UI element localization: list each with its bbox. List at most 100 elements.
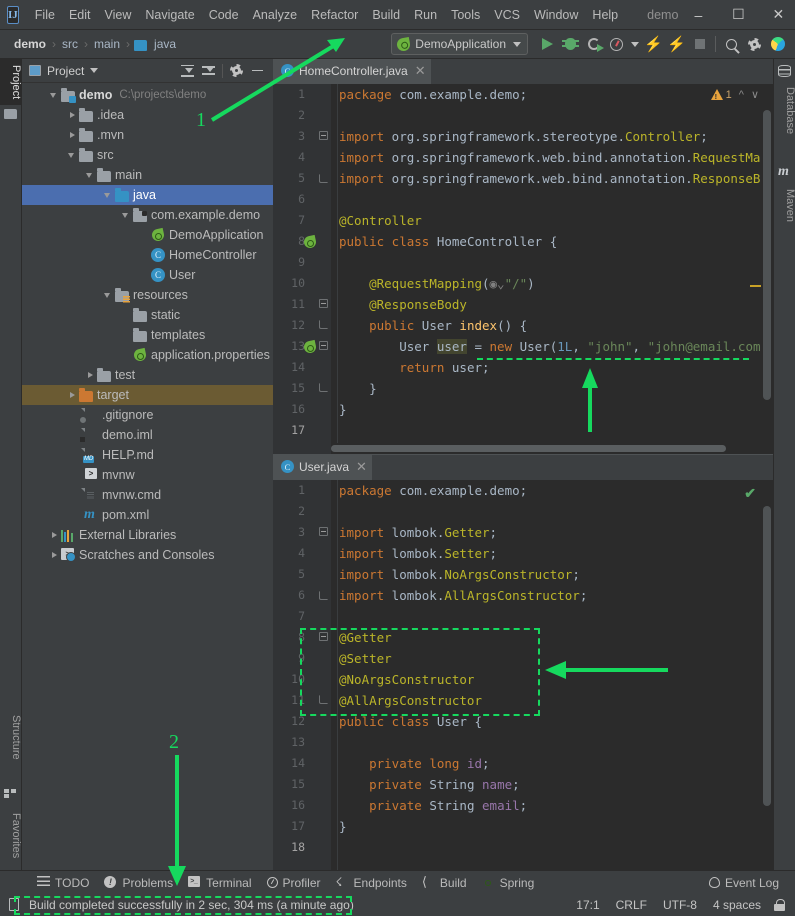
debug-button[interactable] xyxy=(559,33,582,56)
tree-item-demoapplication[interactable]: DemoApplication xyxy=(22,225,273,245)
sidebar-item-favorites[interactable]: Favorites xyxy=(0,807,22,864)
tree-item-user[interactable]: C User xyxy=(22,265,273,285)
chevron-right-icon[interactable] xyxy=(48,549,60,561)
menu-analyze[interactable]: Analyze xyxy=(246,5,304,25)
menu-edit[interactable]: Edit xyxy=(62,5,98,25)
tree-item-target[interactable]: target xyxy=(22,385,273,405)
chevron-down-icon[interactable] xyxy=(90,68,99,73)
breadcrumb-main[interactable]: main xyxy=(92,36,122,52)
editor-scrollbar-horizontal-top[interactable] xyxy=(331,443,761,454)
indent-setting[interactable]: 4 spaces xyxy=(705,896,769,914)
project-tree[interactable]: demo C:\projects\demo .idea .mvn src mai… xyxy=(22,83,273,870)
chevron-down-icon[interactable] xyxy=(102,289,114,301)
tree-item-scratches-and-consoles[interactable]: > Scratches and Consoles xyxy=(22,545,273,565)
toolwindow-event-log[interactable]: Event Log xyxy=(702,874,786,892)
chevron-down-icon[interactable] xyxy=(84,169,96,181)
line-separator[interactable]: CRLF xyxy=(608,896,655,914)
inspection-status-ok-icon[interactable]: ✔ xyxy=(744,485,756,502)
code-content-top[interactable]: package com.example.demo; import org.spr… xyxy=(331,84,773,454)
chevron-down-icon[interactable] xyxy=(102,189,114,201)
minimize-button[interactable]: – xyxy=(678,0,718,29)
breadcrumb-demo[interactable]: demo xyxy=(12,36,48,52)
tree-item-resources[interactable]: resources xyxy=(22,285,273,305)
tree-item-mvnw[interactable]: > mvnw xyxy=(22,465,273,485)
chevron-right-icon[interactable] xyxy=(66,109,78,121)
sidebar-item-structure[interactable]: Structure xyxy=(0,709,22,766)
run-configuration-selector[interactable]: DemoApplication xyxy=(391,33,528,55)
menu-navigate[interactable]: Navigate xyxy=(138,5,201,25)
chevron-right-icon[interactable] xyxy=(84,369,96,381)
background-tasks-icon[interactable] xyxy=(8,898,21,912)
menu-window[interactable]: Window xyxy=(527,5,585,25)
breadcrumb-java[interactable]: java xyxy=(152,36,178,52)
chevron-right-icon[interactable] xyxy=(66,389,78,401)
tree-item-package[interactable]: com.example.demo xyxy=(22,205,273,225)
gutter-bottom[interactable]: 1 2 3 4 5 6 7 8 9 10 11 12 13 14 15 16 1 xyxy=(273,480,331,870)
close-icon[interactable]: ✕ xyxy=(415,64,426,77)
toolwindow-profiler[interactable]: Profiler xyxy=(260,874,328,892)
scrollbar-thumb[interactable] xyxy=(763,110,771,400)
structure-icon[interactable] xyxy=(4,789,18,803)
tree-item-gitignore[interactable]: .gitignore xyxy=(22,405,273,425)
code-content-bottom[interactable]: package com.example.demo; import lombok.… xyxy=(331,480,773,870)
sidebar-item-maven[interactable]: Maven xyxy=(774,183,795,228)
gutter-top[interactable]: 1 2 3 4 5 6 7 8 9 10 11 12 13 14 15 16 1 xyxy=(273,84,331,454)
settings-button[interactable] xyxy=(743,33,766,56)
toolwindow-build[interactable]: ⟨ Build xyxy=(415,874,474,892)
menu-vcs[interactable]: VCS xyxy=(487,5,527,25)
tree-item-java[interactable]: java xyxy=(22,185,273,205)
prev-problem-icon[interactable]: ^ xyxy=(739,89,744,101)
fold-method-end-icon[interactable] xyxy=(319,383,330,394)
fold-method-icon[interactable] xyxy=(319,341,330,352)
tree-item-help-md[interactable]: MD HELP.md xyxy=(22,445,273,465)
tree-item-demo-iml[interactable]: demo.iml xyxy=(22,425,273,445)
fold-import-end-icon[interactable] xyxy=(319,591,330,602)
idea-assistant-button[interactable] xyxy=(766,33,789,56)
caret-position[interactable]: 17:1 xyxy=(568,896,607,914)
chevron-down-icon[interactable] xyxy=(120,209,132,221)
run-method-gutter-icon[interactable] xyxy=(303,340,316,353)
editor-scrollbar-vertical-top[interactable] xyxy=(761,84,773,454)
close-button[interactable]: ✕ xyxy=(758,0,795,29)
close-icon[interactable]: ✕ xyxy=(356,460,367,473)
breadcrumb-src[interactable]: src xyxy=(60,36,80,52)
toolwindow-problems[interactable]: ! Problems xyxy=(97,874,180,892)
scrollbar-thumb[interactable] xyxy=(331,445,726,452)
read-write-lock-icon[interactable] xyxy=(774,899,785,911)
toolwindow-endpoints[interactable]: ☇ Endpoints xyxy=(329,874,414,892)
tab-user-java[interactable]: C User.java ✕ xyxy=(273,455,372,480)
tab-homecontroller-java[interactable]: C HomeController.java ✕ xyxy=(273,59,431,84)
tree-item-main[interactable]: main xyxy=(22,165,273,185)
chevron-down-icon[interactable] xyxy=(48,89,60,101)
fold-annotation-icon[interactable] xyxy=(319,632,330,643)
code-viewport-bottom[interactable]: 1 2 3 4 5 6 7 8 9 10 11 12 13 14 15 16 1 xyxy=(273,480,773,870)
sidebar-item-database[interactable]: Database xyxy=(774,81,795,140)
fold-annotation-end-icon[interactable] xyxy=(319,695,330,706)
tree-item-homecontroller[interactable]: C HomeController xyxy=(22,245,273,265)
profile-dropdown[interactable] xyxy=(628,33,642,56)
menu-tools[interactable]: Tools xyxy=(444,5,487,25)
next-problem-icon[interactable]: ∨ xyxy=(751,88,759,101)
tree-item-pom-xml[interactable]: m pom.xml xyxy=(22,505,273,525)
chevron-right-icon[interactable] xyxy=(66,129,78,141)
menu-build[interactable]: Build xyxy=(365,5,407,25)
toolwindow-spring[interactable]: Spring xyxy=(475,874,542,892)
tree-item-mvn[interactable]: .mvn xyxy=(22,125,273,145)
chevron-right-icon[interactable] xyxy=(48,529,60,541)
tree-item-demo[interactable]: demo C:\projects\demo xyxy=(22,85,273,105)
inspection-widget-top[interactable]: 1 ^ ∨ xyxy=(710,88,759,101)
fold-import-block-icon[interactable] xyxy=(319,131,330,142)
menu-refactor[interactable]: Refactor xyxy=(304,5,365,25)
sidebar-item-project[interactable]: Project xyxy=(0,59,22,106)
fold-annotation-icon[interactable] xyxy=(319,299,330,310)
editor-scrollbar-vertical-bottom[interactable] xyxy=(761,480,773,870)
tree-item-idea[interactable]: .idea xyxy=(22,105,273,125)
maximize-button[interactable]: ☐ xyxy=(718,0,758,29)
toolwindow-todo[interactable]: TODO xyxy=(30,874,96,892)
menu-file[interactable]: File xyxy=(28,5,62,25)
menu-run[interactable]: Run xyxy=(407,5,444,25)
fold-annotation-end-icon[interactable] xyxy=(319,320,330,331)
profile-button[interactable] xyxy=(605,33,628,56)
fold-import-end-icon[interactable] xyxy=(319,174,330,185)
tree-item-templates[interactable]: templates xyxy=(22,325,273,345)
